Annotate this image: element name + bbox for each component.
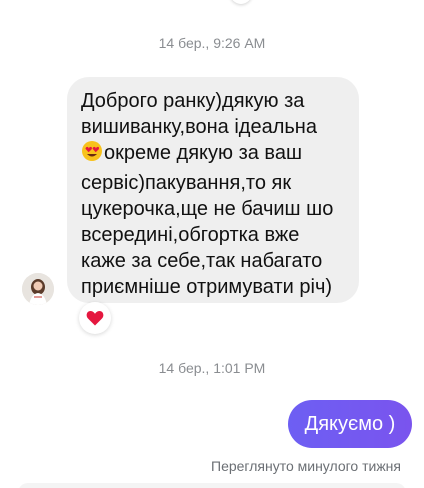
message-timestamp: 14 бер., 9:26 AM [158,35,266,51]
chat-thread: ❤ 14 бер., 9:26 AM Доброго ранку)дякую з… [0,0,424,488]
outgoing-message-bubble[interactable]: Дякуємо ) [288,400,412,448]
smiling-face-with-heart-eyes-icon [81,140,103,169]
message-line-text: окреме дякую за ваш [104,142,302,165]
message-reaction[interactable] [79,302,111,334]
message-line: вишиванку,вона ідеальна [81,116,317,139]
seen-status: Переглянуто минулого тижня [211,458,401,474]
avatar[interactable] [22,273,54,305]
message-timestamp: 14 бер., 1:01 PM [158,360,266,376]
incoming-message-bubble[interactable]: Доброго ранку)дякую за вишиванку,вона ід… [67,77,359,303]
message-line: цукерочка,ще не бачиш шо [81,197,334,220]
message-line: каже за себе,так набагато [81,250,323,273]
message-composer[interactable] [18,483,406,488]
message-line: сервіс)пакування,то як [81,171,292,194]
message-line: приємніше отримувати річ) [81,276,333,299]
previous-message-reaction[interactable]: ❤ [230,0,252,4]
message-line: всередині,обгортка вже [81,224,300,247]
message-line: Доброго ранку)дякую за [81,90,305,112]
user-avatar-icon [22,273,54,305]
red-heart-icon: ❤ [237,0,245,2]
outgoing-message-text: Дякуємо ) [304,412,396,435]
message-line: окреме дякую за ваш [81,140,359,169]
red-heart-icon [86,311,104,326]
